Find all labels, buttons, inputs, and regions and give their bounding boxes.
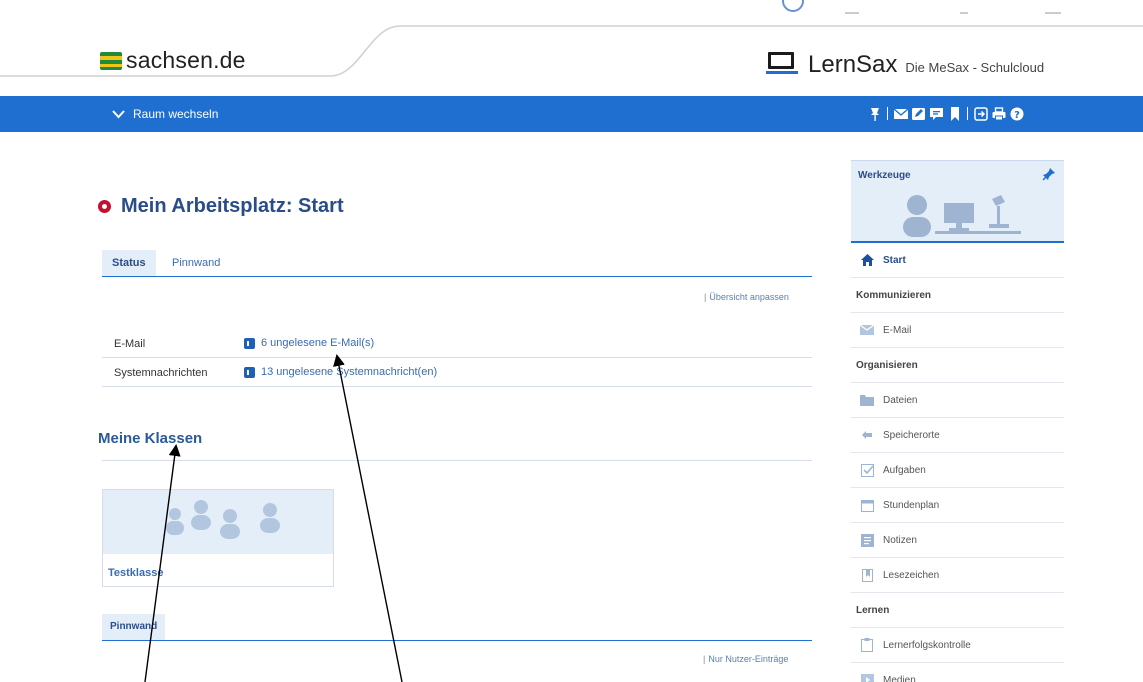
sidebar-item-label: Lesezeichen	[883, 569, 940, 581]
sidebar-category: Kommunizieren	[851, 278, 1064, 313]
edit-icon[interactable]	[911, 106, 926, 121]
sidebar-item-label: Dateien	[883, 394, 918, 406]
top-partial-mark	[960, 12, 968, 14]
mail-icon	[860, 323, 874, 337]
calendar-icon	[860, 498, 874, 512]
unread-system-messages-link[interactable]: 13 ungelesene Systemnachricht(en)	[244, 366, 437, 378]
pinboard-divider	[102, 640, 812, 641]
status-dot-icon	[98, 200, 111, 213]
user-entries-link[interactable]: | Nur Nutzer-Einträge	[703, 654, 788, 664]
app-tagline: Die MeSax - Schulcloud	[905, 60, 1045, 75]
help-icon[interactable]: ?	[1009, 106, 1024, 121]
table-row: E-Mail 6 ungelesene E-Mail(s)	[102, 329, 812, 358]
sidebar-item-label: Aufgaben	[883, 464, 926, 476]
link-arrow-icon	[244, 337, 255, 349]
sidebar-item-label: Start	[883, 254, 906, 266]
sachsen-logo[interactable]: sachsen.de	[100, 47, 246, 74]
page-title: Mein Arbeitsplatz: Start	[98, 195, 344, 218]
link-separator: |	[704, 292, 707, 302]
mail-icon[interactable]	[893, 106, 908, 121]
sidebar-item-medien[interactable]: Medien	[851, 663, 1064, 682]
top-partial-mark	[845, 12, 859, 14]
unread-mail-link[interactable]: 6 ungelesene E-Mail(s)	[244, 337, 374, 349]
lernsax-logo[interactable]: LernSax Die MeSax - Schulcloud	[766, 48, 1044, 79]
sidebar-item-dateien[interactable]: Dateien	[851, 383, 1064, 418]
checkbox-icon	[860, 463, 874, 477]
unread-mail-text: 6 ungelesene E-Mail(s)	[261, 337, 375, 349]
sidebar-item-label: Speicherorte	[883, 429, 940, 441]
sidebar-item-lernerfolgskontrolle[interactable]: Lernerfolgskontrolle	[851, 628, 1064, 663]
status-table: E-Mail 6 ungelesene E-Mail(s) Systemnach…	[102, 329, 812, 387]
link-separator: |	[703, 654, 706, 664]
saxony-flag-icon	[100, 51, 122, 70]
folder-icon	[860, 393, 874, 407]
print-icon[interactable]	[991, 106, 1006, 121]
site-name: sachsen.de	[126, 47, 246, 73]
sidebar-item-start[interactable]: Start	[851, 243, 1064, 278]
storage-icon	[860, 428, 874, 442]
laptop-icon	[766, 52, 800, 76]
sidebar-header: Werkzeuge	[851, 160, 1064, 187]
sidebar-item-speicherorte[interactable]: Speicherorte	[851, 418, 1064, 453]
customize-overview-link[interactable]: | Übersicht anpassen	[704, 292, 789, 302]
tab-pinboard[interactable]: Pinnwand	[102, 614, 166, 640]
notes-icon	[860, 533, 874, 547]
site-header: sachsen.de LernSax Die MeSax - Schulclou…	[0, 0, 1143, 96]
sidebar-item-label: E-Mail	[883, 324, 912, 336]
link-arrow-icon	[244, 366, 255, 378]
media-icon	[860, 673, 874, 682]
page-title-text: Mein Arbeitsplatz: Start	[121, 195, 344, 217]
svg-text:?: ?	[1014, 110, 1020, 121]
clipboard-icon	[860, 638, 874, 652]
bookmark-icon	[860, 568, 874, 582]
sidebar-item-label: Stundenplan	[883, 499, 940, 511]
section-divider	[102, 460, 812, 461]
row-label: Systemnachrichten	[114, 367, 208, 379]
tab-bar: Status Pinnwand	[102, 250, 812, 277]
sidebar-item-label: Notizen	[883, 534, 917, 546]
home-icon	[860, 253, 874, 267]
sidebar-title: Werkzeuge	[858, 170, 911, 181]
sidebar-item-aufgaben[interactable]: Aufgaben	[851, 453, 1064, 488]
my-classes-heading: Meine Klassen	[98, 430, 203, 447]
sidebar-item-e-mail[interactable]: E-Mail	[851, 313, 1064, 348]
workplace-illustration-icon	[851, 187, 1064, 243]
toolbar-separator	[887, 107, 888, 120]
chevron-down-icon	[112, 109, 125, 118]
main-toolbar: Raum wechseln ?	[0, 96, 1143, 132]
sidebar-item-label: Medien	[883, 674, 916, 682]
top-partial-mark	[1045, 12, 1061, 14]
tab-status[interactable]: Status	[102, 250, 156, 276]
class-card[interactable]: Testklasse	[102, 489, 334, 587]
room-switch-label: Raum wechseln	[133, 107, 219, 121]
sidebar-category: Lernen	[851, 593, 1064, 628]
toolbar-separator	[967, 107, 968, 120]
sidebar-menu: Start Kommunizieren E-Mail Organisieren Date…	[851, 243, 1064, 682]
pin-icon[interactable]	[867, 106, 882, 121]
sidebar-category: Organisieren	[851, 348, 1064, 383]
sidebar-item-notizen[interactable]: Notizen	[851, 523, 1064, 558]
class-name: Testklasse	[108, 567, 164, 579]
tab-pinnwand[interactable]: Pinnwand	[168, 250, 224, 276]
customize-overview-label: Übersicht anpassen	[709, 292, 789, 302]
tools-sidebar: Werkzeuge Start Kommunizieren E-Mail Organi…	[851, 160, 1064, 682]
sidebar-item-stundenplan[interactable]: Stundenplan	[851, 488, 1064, 523]
toolbar-icons: ?	[867, 106, 1024, 121]
unread-system-messages-text: 13 ungelesene Systemnachricht(en)	[261, 366, 438, 378]
app-name: LernSax	[808, 51, 898, 78]
bookmark-icon[interactable]	[947, 106, 962, 121]
pin-icon[interactable]	[1042, 167, 1056, 184]
user-entries-label: Nur Nutzer-Einträge	[708, 654, 789, 664]
logout-icon[interactable]	[973, 106, 988, 121]
table-row: Systemnachrichten 13 ungelesene Systemna…	[102, 358, 812, 387]
row-label: E-Mail	[114, 338, 146, 350]
room-switch-button[interactable]: Raum wechseln	[112, 107, 218, 121]
sidebar-item-lesezeichen[interactable]: Lesezeichen	[851, 558, 1064, 593]
sidebar-item-label: Lernerfolgskontrolle	[883, 639, 971, 651]
chat-icon[interactable]	[929, 106, 944, 121]
annotation-arrow-mail	[333, 354, 403, 682]
group-people-icon	[103, 490, 333, 554]
